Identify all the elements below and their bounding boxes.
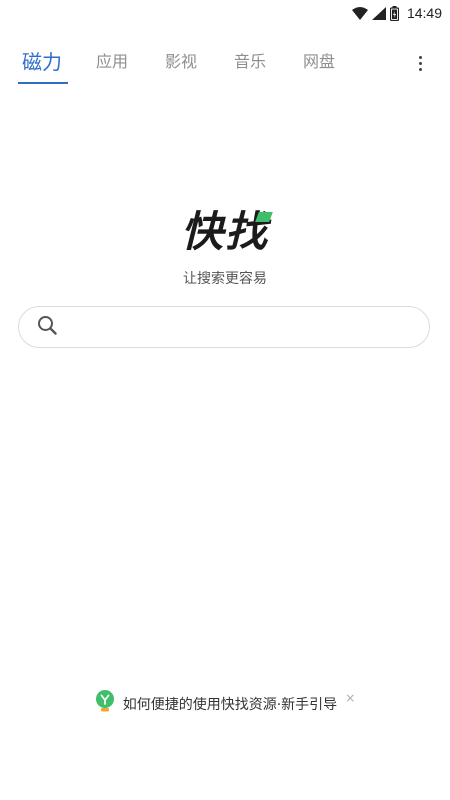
status-bar: 14:49 — [0, 0, 450, 26]
lightbulb-icon — [95, 690, 115, 718]
app-screen: 14:49 磁力 应用 影视 音乐 网盘 快找 让搜索更容易 如何便捷的使用快找… — [0, 0, 450, 800]
search-input[interactable] — [67, 317, 413, 337]
active-tab-indicator — [18, 82, 68, 84]
guide-link[interactable]: 如何便捷的使用快找资源·新手引导 — [95, 690, 337, 718]
signal-icon — [371, 6, 386, 20]
guide-text: 如何便捷的使用快找资源·新手引导 — [122, 697, 338, 713]
battery-icon — [389, 5, 399, 21]
logo-text: 快找 — [180, 207, 269, 256]
wifi-icon — [351, 6, 368, 20]
tab-netdisk[interactable]: 网盘 — [303, 48, 335, 72]
close-guide-button[interactable]: × — [345, 691, 355, 705]
tab-video[interactable]: 影视 — [165, 48, 197, 72]
logo-accent-mark — [255, 212, 273, 222]
search-icon — [37, 315, 57, 339]
tab-music[interactable]: 音乐 — [234, 48, 266, 72]
slogan: 让搜索更容易 — [183, 271, 267, 287]
more-options-icon[interactable] — [412, 52, 428, 74]
category-tabs: 磁力 应用 影视 音乐 网盘 — [0, 44, 450, 84]
app-logo: 快找 — [0, 208, 450, 256]
tab-magnet[interactable]: 磁力 — [22, 46, 62, 75]
status-time: 14:49 — [406, 5, 442, 21]
beginner-guide: 如何便捷的使用快找资源·新手引导 × — [0, 690, 450, 718]
search-bar[interactable] — [18, 306, 430, 348]
tab-apps[interactable]: 应用 — [96, 48, 128, 72]
